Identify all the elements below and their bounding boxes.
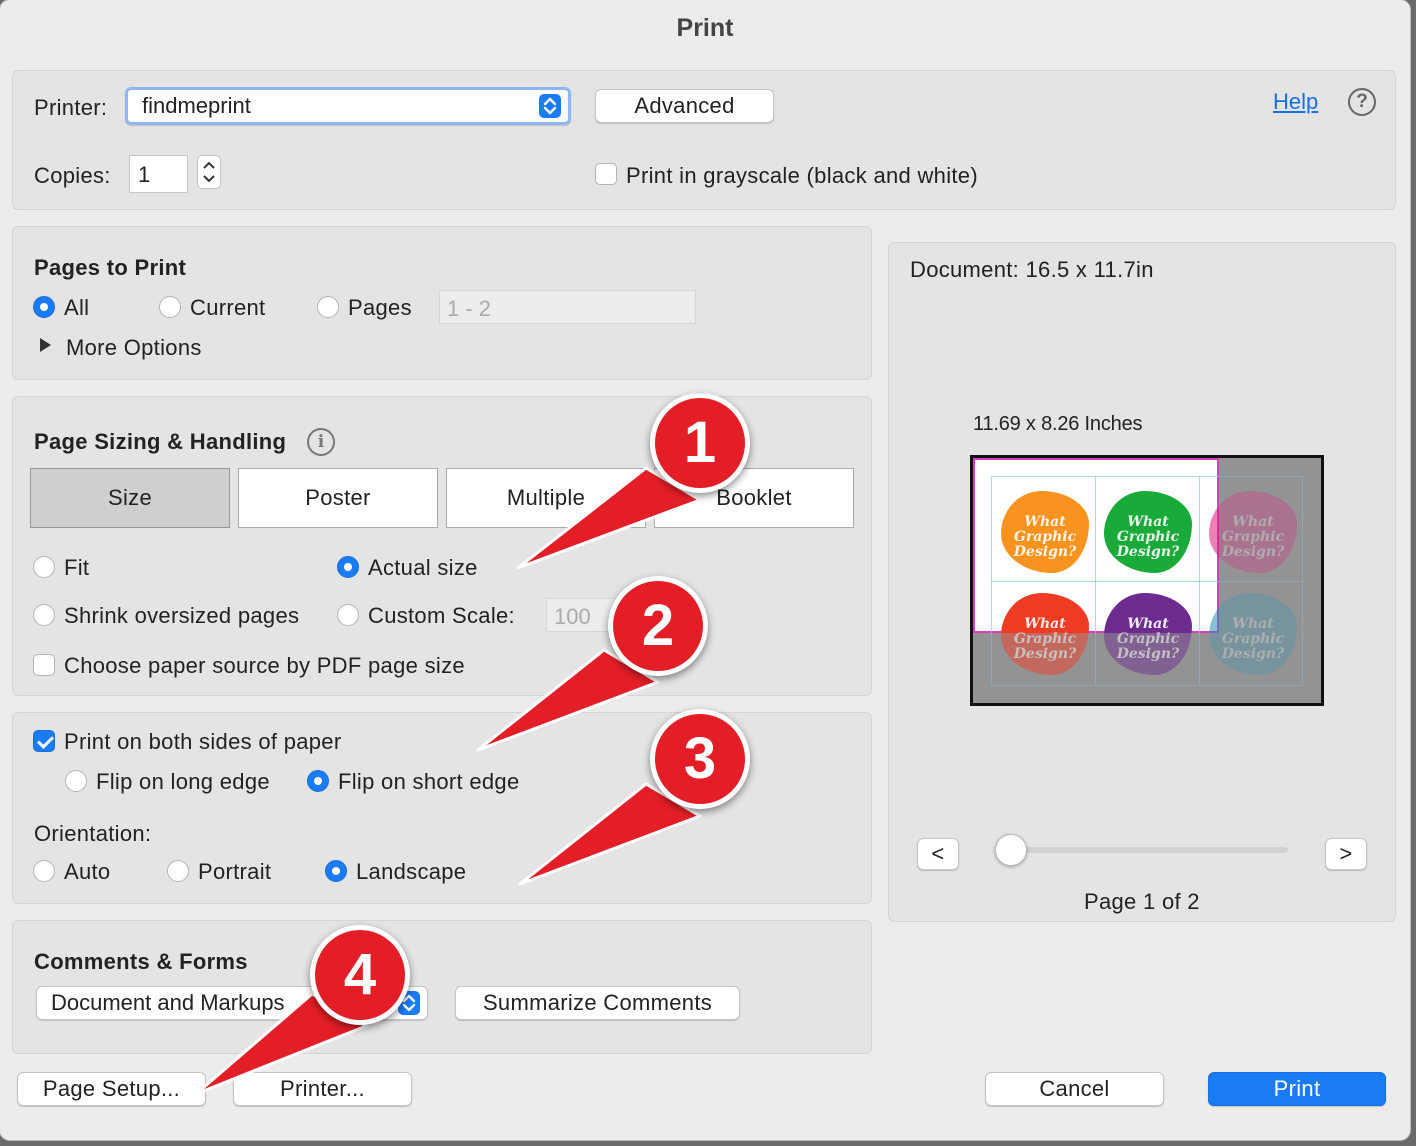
annotation-arrows bbox=[194, 466, 702, 1096]
annotation-badge-1: 1 bbox=[650, 393, 750, 493]
annotation-badge-3: 3 bbox=[650, 709, 750, 809]
print-dialog: Print Printer: findmeprint Advanced Help… bbox=[0, 0, 1410, 1140]
annotation-badge-2: 2 bbox=[608, 576, 708, 676]
annotation-badge-4: 4 bbox=[310, 925, 410, 1025]
